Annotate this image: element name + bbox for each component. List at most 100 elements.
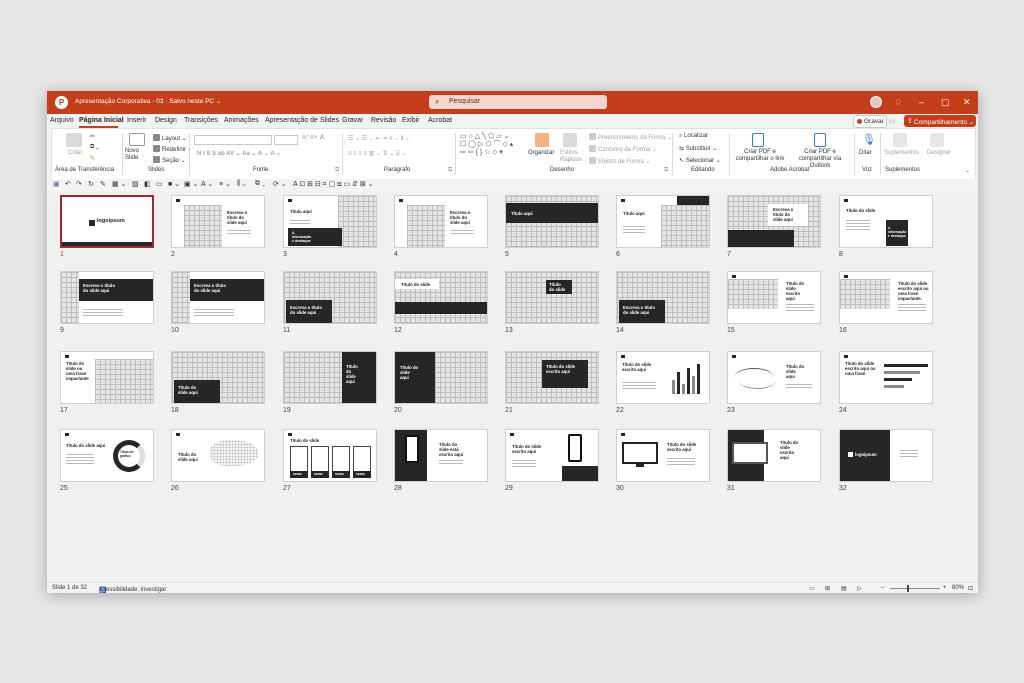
align-qat-icon[interactable]: ≡ ⌄ xyxy=(219,180,231,188)
zoom-slider[interactable] xyxy=(890,588,940,589)
slide-thumbnail[interactable]: Título do slide escrito aqui xyxy=(505,429,599,482)
slide-thumbnail[interactable]: Escreva o título do slide aqui xyxy=(60,271,154,324)
close-icon[interactable]: ✕ xyxy=(963,97,971,107)
save-icon[interactable]: ▣ xyxy=(53,180,60,188)
zoom-slider-knob[interactable] xyxy=(907,585,909,592)
select-button[interactable]: ↖ Selecionar ⌄ xyxy=(679,157,721,164)
record-button[interactable]: Gravar xyxy=(853,115,887,128)
tab-apresentacao[interactable]: Apresentação de Slides xyxy=(265,117,339,124)
slide-thumbnail[interactable]: Título do slide SEMN SEMN SEMN SEMN xyxy=(283,429,377,482)
zoom-out-icon[interactable]: – xyxy=(881,585,884,591)
copy-icon[interactable]: ⧉ ⌄ xyxy=(90,144,99,151)
slide-thumbnail[interactable]: Título do slide A informação é destaque xyxy=(839,195,933,248)
tab-design[interactable]: Design xyxy=(155,117,177,124)
pdf-share-icon[interactable] xyxy=(752,133,764,147)
tab-exibir[interactable]: Exibir xyxy=(402,117,420,124)
outline-qat-icon[interactable]: ▣ ⌄ xyxy=(184,180,198,188)
slide-thumbnail[interactable]: Escreva o título do slide aqui xyxy=(171,271,265,324)
restore-icon[interactable]: ▢ xyxy=(941,97,950,107)
format-painter-qat-icon[interactable]: ✎ xyxy=(100,180,106,188)
tab-acrobat[interactable]: Acrobat xyxy=(428,117,452,124)
slide-thumbnail[interactable]: Título do slide aqui xyxy=(283,351,377,404)
tab-transicoes[interactable]: Transições xyxy=(184,117,218,124)
slide-thumbnail[interactable]: Título do slide aqui xyxy=(171,351,265,404)
shapes-gallery[interactable]: ▭ ○ △ ╲ ⬠ ▱ ⌄ ☐ ◯ ▷ ⬡ ⌒ ◇ ▴ ⇨ ⇦ { } ☆ ⬦ … xyxy=(460,133,513,157)
tab-gravar[interactable]: Gravar xyxy=(342,117,363,124)
font-format-buttons[interactable]: N I S S ab AV ⌄ Aa ⌄ A ⌄ A ⌄ xyxy=(197,150,281,157)
list-buttons[interactable]: ☰ ⌄ ☰ ⌄ ⇤ ⇥ ≡ ⌄ ⫴ ⌄ xyxy=(348,135,410,143)
designer-button[interactable]: Designer xyxy=(927,150,951,156)
cut-icon[interactable]: ✂ xyxy=(90,133,95,140)
redo-icon[interactable]: ↷ xyxy=(76,180,82,188)
slide-thumbnail[interactable]: Escreva o título do slide aqui xyxy=(727,195,821,248)
lightbulb-icon[interactable]: ♢ xyxy=(894,97,902,107)
document-title[interactable]: Apresentação Corporativa - 03 · Salvo ne… xyxy=(75,97,221,105)
slide-thumbnail[interactable]: Título do slide xyxy=(394,271,488,324)
slide-thumbnail[interactable]: Título do slide escrito aqui xyxy=(727,429,821,482)
layout-button[interactable]: Layout ⌄ xyxy=(153,134,187,142)
paste-button[interactable]: Colar xyxy=(68,150,82,156)
font-color-qat-icon[interactable]: A ⌄ xyxy=(201,180,213,188)
collapse-ribbon-icon[interactable]: ⌄ xyxy=(965,167,970,174)
slide-thumbnail[interactable]: Título do slide ou uma frase impactante xyxy=(60,351,154,404)
comment-icon[interactable]: ▭ xyxy=(889,117,896,125)
search-box[interactable]: ⌕ Pesquisar xyxy=(429,95,607,109)
designer-icon[interactable] xyxy=(930,133,944,147)
font-grow-icon[interactable]: A^ A˅ xyxy=(302,135,318,141)
dictate-button[interactable]: Ditar xyxy=(859,150,872,156)
slide-thumbnail[interactable]: Escreva o título do slide aqui xyxy=(394,195,488,248)
reading-view-icon[interactable]: ▤ xyxy=(841,585,847,592)
create-pdf-share-link-button[interactable]: Criar PDF e compartilhar o link xyxy=(733,149,787,163)
color-icon[interactable]: ◧ xyxy=(144,180,151,188)
slide-thumbnail[interactable]: Título aqui A informação é destaque xyxy=(283,195,377,248)
share-button[interactable]: ⇪ Compartilhamento ⌄ xyxy=(904,115,976,127)
rotate-qat-icon[interactable]: ⟳ ⌄ xyxy=(273,180,287,188)
arrange-button[interactable]: Organizar xyxy=(528,150,554,156)
slide-thumbnail[interactable]: Título do slide escrito aqui xyxy=(616,351,710,404)
powerpoint-logo-icon[interactable]: P xyxy=(55,96,68,109)
tab-arquivo[interactable]: Arquivo xyxy=(50,117,74,124)
fill-qat-icon[interactable]: ■ ⌄ xyxy=(168,180,180,188)
addins-button[interactable]: Suplementos xyxy=(884,150,919,156)
pdf-outlook-icon[interactable] xyxy=(814,133,826,147)
microphone-icon[interactable]: 🎙 xyxy=(862,133,876,146)
normal-view-icon[interactable]: ▭ xyxy=(809,585,815,592)
slide-thumbnail[interactable]: logoipsum xyxy=(60,195,154,248)
paste-icon[interactable] xyxy=(66,133,82,147)
tab-revisao[interactable]: Revisão xyxy=(371,117,396,124)
drawing-dialog-icon[interactable]: ⧉ xyxy=(664,167,668,174)
slide-thumbnail[interactable]: Título do slide escrito aqui ou uma fras… xyxy=(839,351,933,404)
tab-pagina-inicial[interactable]: Página Inicial xyxy=(79,117,124,124)
slide-thumbnail[interactable]: Título do slide está escrito aqui xyxy=(394,429,488,482)
picture-icon[interactable]: ▨ xyxy=(132,180,139,188)
slide-thumbnail[interactable]: Título do slide escrito aqui ou uma fras… xyxy=(839,271,933,324)
text-box-qat-icon[interactable]: A ⊡ ⊞ ⊟ ⌗ ▢ ⧈ ▭ ⇵ ⊠ ⌄ xyxy=(293,180,374,189)
new-slide-button[interactable]: Novo Slide xyxy=(125,148,145,162)
font-dialog-icon[interactable]: ⧉ xyxy=(335,167,339,174)
format-painter-icon[interactable]: ✎ xyxy=(90,155,95,162)
shape-effects-button[interactable]: Efeitos de Forma ⌄ xyxy=(589,157,650,165)
sorter-view-icon[interactable]: ⊞ xyxy=(825,585,830,592)
fit-window-icon[interactable]: ⊡ xyxy=(968,585,973,592)
replace-button[interactable]: ⇆ Substituir ⌄ xyxy=(679,145,717,152)
slideshow-icon[interactable]: ▷ xyxy=(857,585,862,592)
arrange-icon[interactable] xyxy=(535,133,549,147)
slide-thumbnail[interactable]: Título do slide aqui xyxy=(171,429,265,482)
slide-thumbnail[interactable]: Título do slide xyxy=(505,271,599,324)
zoom-level[interactable]: 80% xyxy=(952,585,964,591)
slide-thumbnail[interactable]: Escreva o título do slide aqui xyxy=(616,271,710,324)
slide-thumbnail[interactable]: Título do slide aqui xyxy=(394,351,488,404)
clear-format-icon[interactable]: Ⱥ xyxy=(320,135,324,141)
quick-styles-icon[interactable] xyxy=(563,133,577,147)
font-family-select[interactable] xyxy=(194,135,272,145)
quick-styles-button[interactable]: Estilos Rápidos xyxy=(560,150,582,164)
find-button[interactable]: ⌕ Localizar xyxy=(679,133,708,140)
tab-inserir[interactable]: Inserir xyxy=(127,117,146,124)
reset-button[interactable]: Redefinir xyxy=(153,145,186,153)
slide-thumbnail[interactable]: Título do slide escrito aqui xyxy=(616,429,710,482)
paragraph-dialog-icon[interactable]: ⧉ xyxy=(448,167,452,174)
shape-fill-button[interactable]: Preenchimento da Forma ⌄ xyxy=(589,133,672,141)
tab-animacoes[interactable]: Animações xyxy=(224,117,259,124)
shape-icon[interactable]: ▭ xyxy=(156,180,163,188)
font-size-select[interactable] xyxy=(274,135,298,145)
